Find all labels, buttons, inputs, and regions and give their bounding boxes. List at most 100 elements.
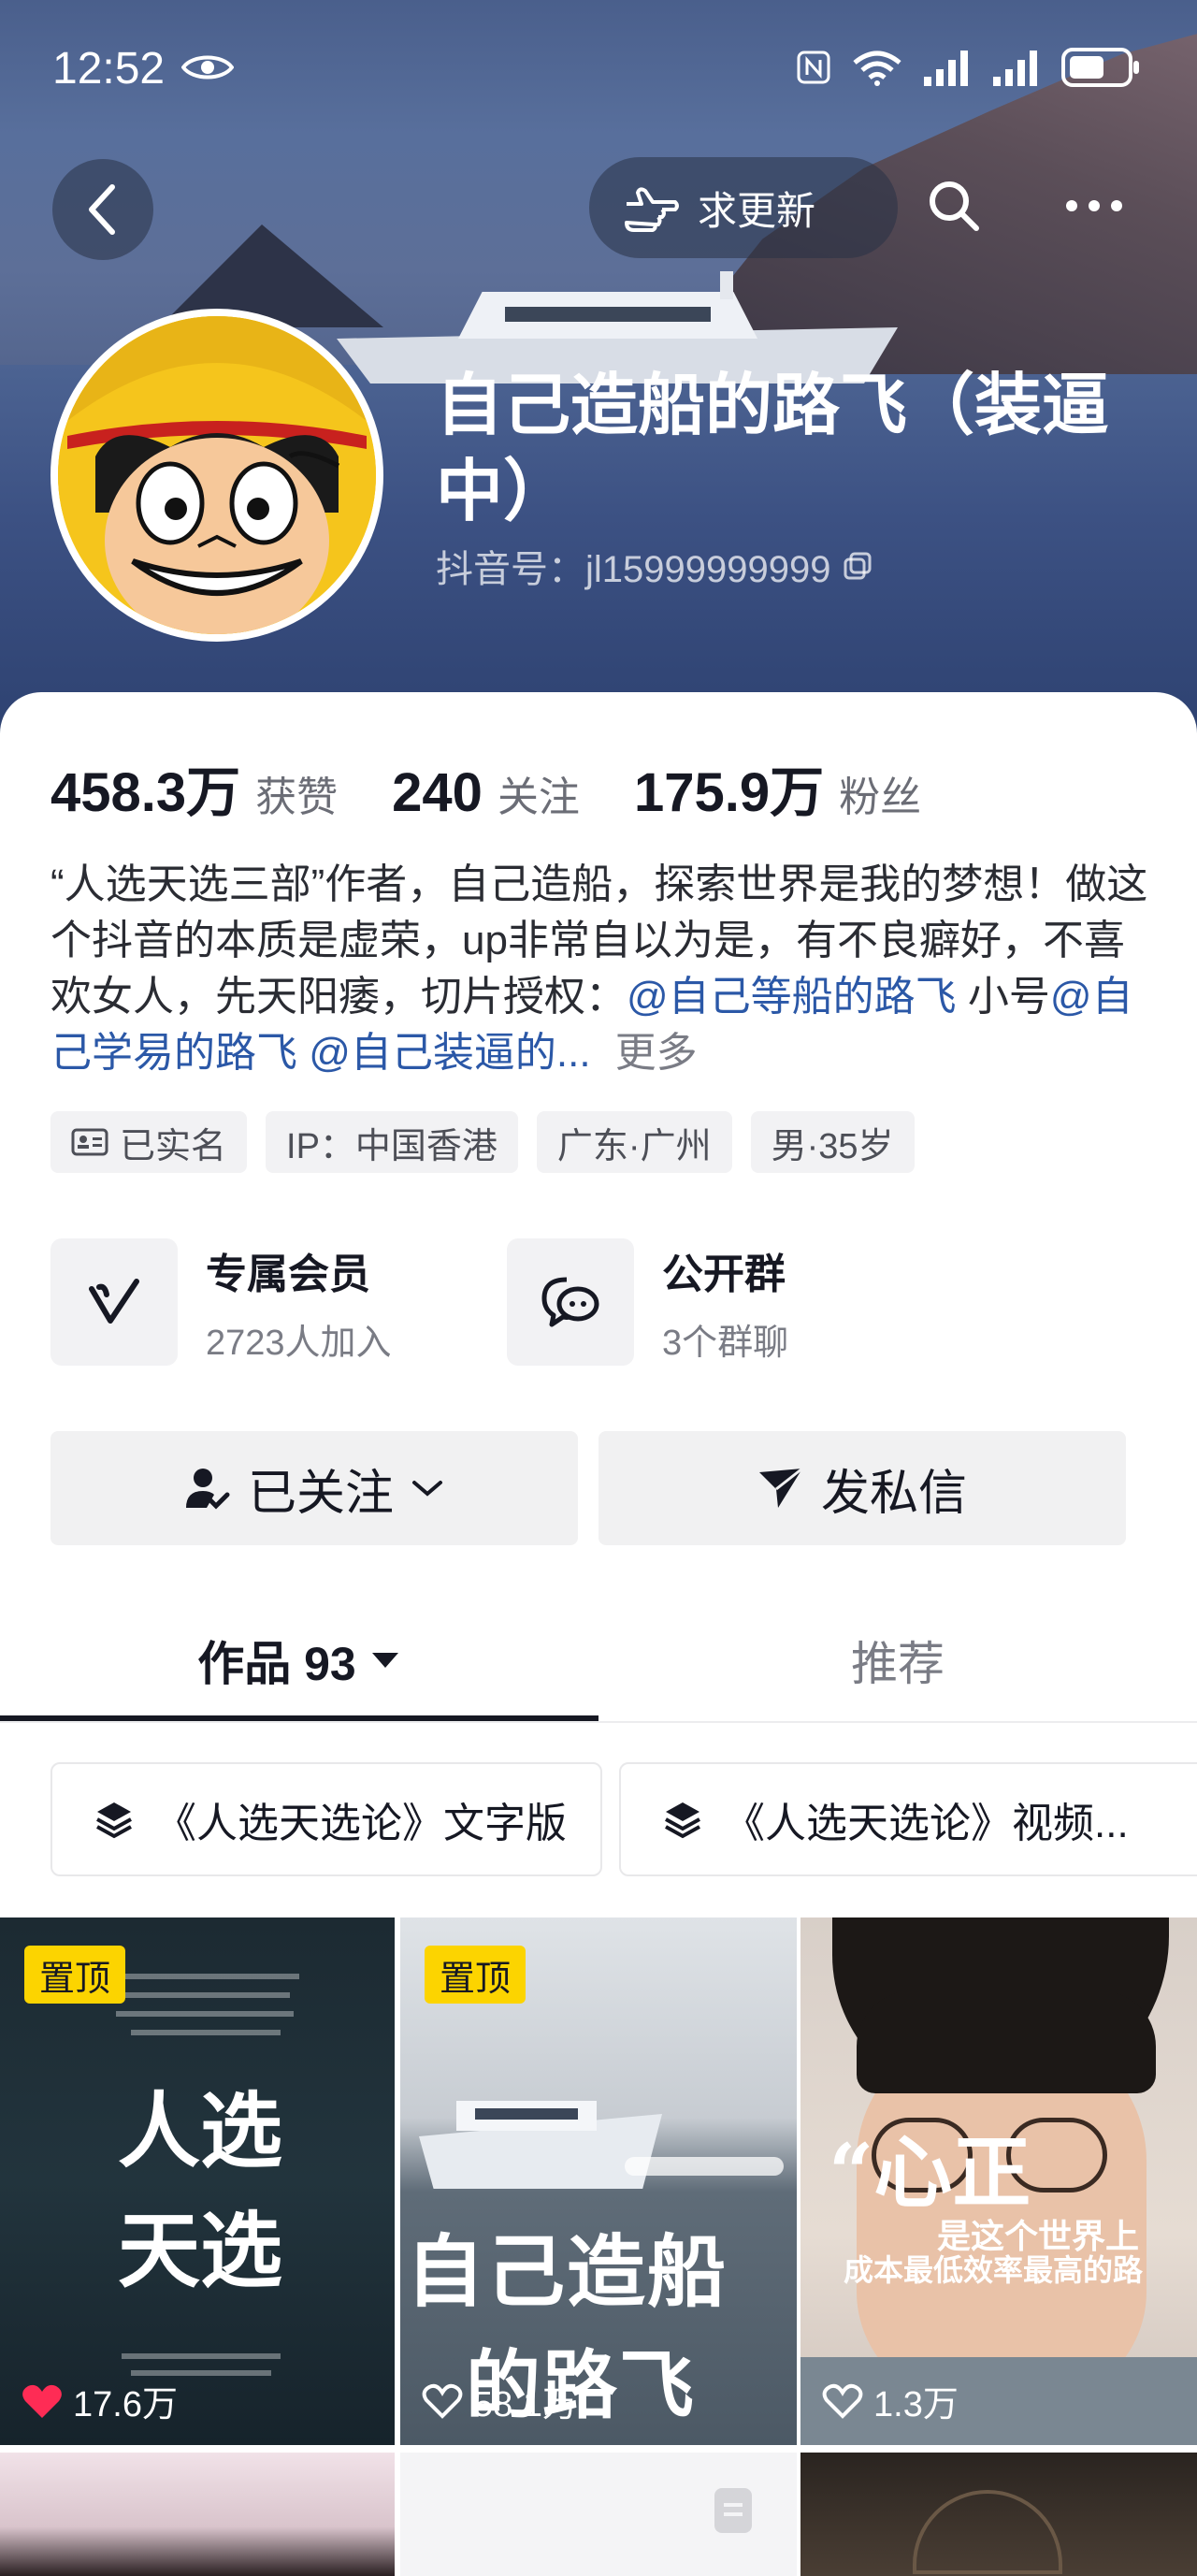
status-icons bbox=[795, 47, 1141, 88]
layers-icon bbox=[665, 1802, 700, 1839]
public-group[interactable]: 公开群 3个群聊 bbox=[507, 1238, 788, 1366]
signal-icon-2 bbox=[993, 51, 1037, 86]
stat-likes[interactable]: 458.3万 获赞 bbox=[50, 748, 338, 827]
feature-title: 公开群 bbox=[662, 1251, 786, 1297]
status-time: 12:52 bbox=[52, 44, 166, 94]
collection-label: 《人选天选论》视频... bbox=[724, 1801, 1129, 1846]
tag-row: 已实名 IP：中国香港 广东·广州 男·35岁 bbox=[50, 1111, 915, 1173]
id-card-icon bbox=[71, 1128, 108, 1156]
chevron-down-icon bbox=[412, 1481, 442, 1497]
feature-subtitle: 2723人加入 bbox=[206, 1323, 392, 1363]
profile-name: 自己造船的路飞（装逼中） bbox=[436, 369, 1110, 529]
video-tile[interactable]: “心正 是这个世界上 成本最低效率最高的路 1.3万 bbox=[800, 1918, 1197, 2445]
tag-verified[interactable]: 已实名 bbox=[50, 1111, 248, 1173]
video-cover-title: 自己造船 bbox=[406, 2225, 728, 2318]
stats-row: 458.3万 获赞 240 关注 175.9万 粉丝 bbox=[50, 748, 975, 827]
copy-icon[interactable] bbox=[842, 550, 873, 582]
eye-icon bbox=[181, 55, 234, 80]
v-badge-icon bbox=[89, 1279, 139, 1324]
request-update-button[interactable]: 求更新 bbox=[589, 157, 898, 258]
stat-label: 粉丝 bbox=[839, 774, 922, 820]
douyin-id: 抖音号：jl15999999999 bbox=[436, 549, 831, 590]
video-likes: 17.6万 bbox=[21, 2375, 178, 2426]
nfc-icon bbox=[797, 51, 830, 84]
back-button[interactable] bbox=[52, 159, 153, 260]
document-icon bbox=[714, 2488, 752, 2533]
tabs-divider bbox=[0, 1721, 1197, 1723]
avatar[interactable] bbox=[50, 309, 383, 642]
send-message-button[interactable]: 发私信 bbox=[598, 1431, 1126, 1545]
tag-ip: IP：中国香港 bbox=[266, 1111, 518, 1173]
layers-icon bbox=[96, 1802, 132, 1839]
tag-label: IP：中国香港 bbox=[286, 1126, 498, 1166]
wifi-icon bbox=[853, 51, 901, 86]
likes-count: 17.6万 bbox=[73, 2385, 178, 2424]
video-tile[interactable] bbox=[400, 2453, 797, 2576]
stat-value: 458.3万 bbox=[50, 762, 241, 823]
heart-outline-icon bbox=[422, 2383, 463, 2419]
video-tile[interactable] bbox=[800, 2453, 1197, 2576]
group-icon-box bbox=[507, 1238, 634, 1366]
video-cover-title: 人选 bbox=[118, 2082, 283, 2179]
feature-title: 专属会员 bbox=[206, 1251, 370, 1297]
collection-label: 《人选天选论》文字版 bbox=[155, 1801, 567, 1846]
feature-subtitle: 3个群聊 bbox=[662, 1323, 789, 1363]
tag-location: 广东·广州 bbox=[536, 1111, 732, 1173]
video-tile[interactable]: 人选 天选 置顶 17.6万 bbox=[0, 1918, 395, 2445]
stat-label: 关注 bbox=[497, 774, 580, 820]
video-tile[interactable]: 自己造船 的路飞 置顶 58.1万 bbox=[400, 1918, 797, 2445]
search-icon bbox=[930, 181, 979, 231]
tag-label: 已实名 bbox=[120, 1126, 227, 1166]
tag-label: 广东·广州 bbox=[556, 1126, 712, 1166]
user-check-icon bbox=[185, 1469, 230, 1510]
request-update-label: 求更新 bbox=[698, 188, 816, 233]
avatar-illustration bbox=[58, 316, 376, 634]
bio-more-button[interactable]: 更多 bbox=[615, 1030, 698, 1076]
signal-icon-1 bbox=[924, 51, 968, 86]
group-chat-icon bbox=[541, 1277, 599, 1327]
stat-followers[interactable]: 175.9万 粉丝 bbox=[634, 748, 921, 827]
video-cover-subtitle: 成本最低效率最高的路 bbox=[844, 2252, 1144, 2288]
status-bar: 12:52 bbox=[0, 0, 1197, 140]
video-cover-title: “心正 bbox=[829, 2126, 1031, 2219]
douyin-id-row[interactable]: 抖音号：jl15999999999 bbox=[436, 539, 873, 593]
video-tile[interactable] bbox=[0, 2453, 395, 2576]
stat-value: 240 bbox=[392, 762, 483, 823]
send-message-label: 发私信 bbox=[820, 1466, 967, 1521]
stat-following[interactable]: 240 关注 bbox=[392, 761, 580, 824]
tag-label: 男·35岁 bbox=[771, 1126, 894, 1166]
tab-label: 推荐 bbox=[851, 1638, 945, 1690]
heart-filled-icon bbox=[22, 2384, 62, 2418]
tab-recommended[interactable]: 推荐 bbox=[598, 1599, 1197, 1721]
pointing-hand-icon bbox=[625, 187, 679, 232]
more-button[interactable] bbox=[1057, 168, 1132, 243]
tab-label: 作品 93 bbox=[197, 1638, 356, 1690]
bio-link-third[interactable]: @自己装逼的... bbox=[297, 1030, 590, 1076]
following-button[interactable]: 已关注 bbox=[50, 1431, 578, 1545]
collection-video-version[interactable]: 《人选天选论》视频... bbox=[619, 1762, 1197, 1876]
following-label: 已关注 bbox=[247, 1466, 394, 1521]
pinned-badge: 置顶 bbox=[425, 1946, 526, 2004]
search-button[interactable] bbox=[916, 168, 991, 243]
video-cover-title: 天选 bbox=[118, 2202, 283, 2299]
bio: “人选天选三部”作者，自己造船，探索世界是我的梦想！做这个抖音的本质是虚荣，up… bbox=[50, 857, 1154, 1081]
video-likes: 1.3万 bbox=[821, 2375, 959, 2426]
likes-count: 1.3万 bbox=[873, 2385, 959, 2424]
pinned-badge: 置顶 bbox=[24, 1946, 126, 2004]
stat-value: 175.9万 bbox=[633, 762, 825, 823]
heart-outline-icon bbox=[822, 2383, 863, 2419]
tab-works[interactable]: 作品 93 bbox=[0, 1599, 598, 1721]
caret-down-icon bbox=[371, 1653, 398, 1668]
bio-link-authorized[interactable]: @自己等船的路飞 bbox=[627, 974, 957, 1020]
more-dots-icon bbox=[1066, 200, 1122, 211]
likes-count: 58.1万 bbox=[473, 2385, 578, 2424]
battery-icon bbox=[1061, 48, 1139, 87]
collection-text-version[interactable]: 《人选天选论》文字版 bbox=[50, 1762, 602, 1876]
bio-text-alt: 小号 bbox=[956, 974, 1050, 1020]
stat-label: 获赞 bbox=[255, 774, 339, 820]
tag-gender-age: 男·35岁 bbox=[750, 1111, 915, 1173]
send-icon bbox=[758, 1467, 803, 1508]
exclusive-membership[interactable]: 专属会员 2723人加入 bbox=[50, 1238, 392, 1366]
video-likes: 58.1万 bbox=[421, 2375, 578, 2426]
membership-icon-box bbox=[50, 1238, 178, 1366]
